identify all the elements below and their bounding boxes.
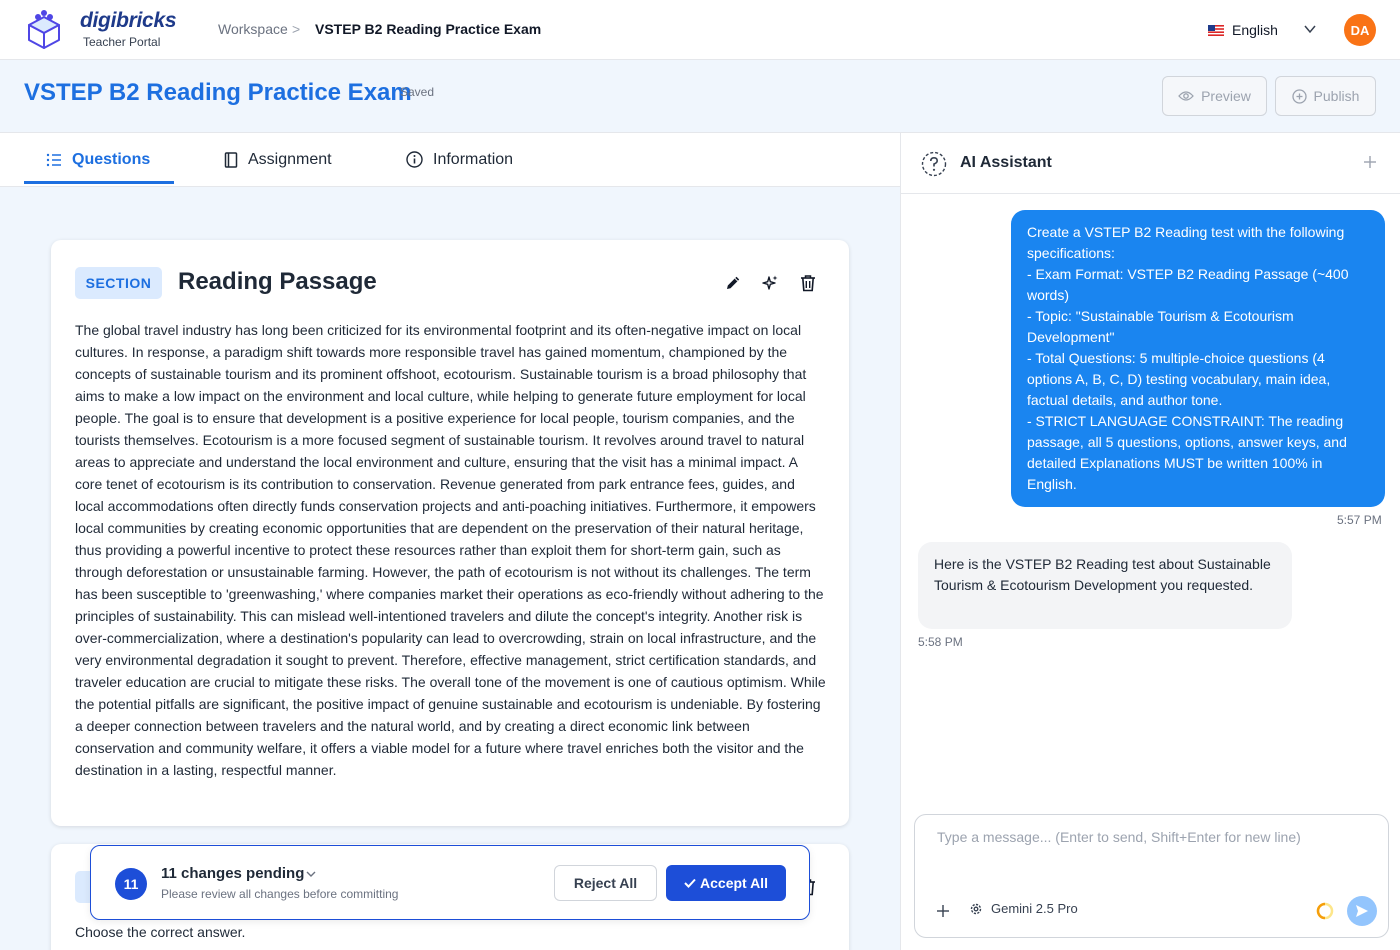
- cube-logo-icon[interactable]: [26, 9, 62, 49]
- question-instruction: Choose the correct answer.: [75, 924, 246, 940]
- tab-information-label: Information: [433, 150, 514, 168]
- top-nav: digibricks Teacher Portal Workspace > VS…: [0, 0, 1400, 60]
- preview-button[interactable]: Preview: [1162, 76, 1267, 116]
- user-message-bubble: Create a VSTEP B2 Reading test with the …: [1011, 210, 1385, 507]
- tab-information[interactable]: Information: [406, 133, 513, 186]
- assistant-message-time: 5:58 PM: [918, 635, 963, 649]
- check-icon: [684, 878, 696, 888]
- section-card: SECTION Reading Passage The global trave…: [51, 240, 849, 826]
- new-chat-plus-icon[interactable]: [1363, 155, 1377, 169]
- message-composer: Gemini 2.5 Pro: [914, 814, 1389, 938]
- reading-passage[interactable]: The global travel industry has long been…: [75, 319, 827, 781]
- user-message-time: 5:57 PM: [1337, 513, 1382, 527]
- breadcrumb-separator: >: [292, 21, 301, 37]
- user-message-line: - STRICT LANGUAGE CONSTRAINT: The readin…: [1027, 413, 1347, 492]
- active-tab-indicator: [24, 181, 174, 184]
- pencil-icon[interactable]: [724, 274, 742, 292]
- us-flag-icon: [1208, 24, 1224, 36]
- help-circle-icon: [921, 151, 947, 177]
- tab-assignment[interactable]: Assignment: [224, 133, 332, 186]
- breadcrumb-workspace[interactable]: Workspace: [218, 21, 288, 37]
- pending-subtitle: Please review all changes before committ…: [161, 887, 399, 901]
- chevron-down-icon[interactable]: [305, 869, 317, 879]
- book-icon: [224, 151, 238, 168]
- ai-assistant-panel: AI Assistant Create a VSTEP B2 Reading t…: [900, 133, 1400, 950]
- pending-changes-bar: 11 11 changes pending Please review all …: [90, 845, 810, 920]
- model-name: Gemini 2.5 Pro: [991, 901, 1078, 916]
- language-selector[interactable]: English: [1208, 20, 1278, 40]
- user-message-line: - Exam Format: VSTEP B2 Reading Passage …: [1027, 266, 1349, 303]
- pending-title[interactable]: 11 changes pending: [161, 865, 304, 882]
- reject-all-button[interactable]: Reject All: [554, 865, 657, 901]
- user-message-line: - Topic: "Sustainable Tourism & Ecotouri…: [1027, 308, 1294, 345]
- message-input[interactable]: [937, 829, 1367, 879]
- save-status: Saved: [400, 85, 435, 99]
- brand-subtitle: Teacher Portal: [83, 35, 161, 49]
- publish-label: Publish: [1313, 88, 1360, 104]
- preview-label: Preview: [1201, 88, 1251, 104]
- ai-panel-header: AI Assistant: [901, 133, 1400, 194]
- brand-name: digibricks: [80, 9, 177, 32]
- breadcrumb-current: VSTEP B2 Reading Practice Exam: [315, 21, 542, 37]
- user-message-line: - Total Questions: 5 multiple-choice que…: [1027, 350, 1331, 408]
- eye-icon: [1178, 91, 1194, 101]
- ai-panel-title: AI Assistant: [960, 154, 1052, 171]
- attach-plus-icon[interactable]: [936, 904, 950, 918]
- info-icon: [406, 151, 423, 168]
- gear-icon: [970, 903, 982, 914]
- assistant-message-bubble: Here is the VSTEP B2 Reading test about …: [918, 542, 1292, 629]
- user-avatar[interactable]: DA: [1344, 14, 1376, 46]
- accept-all-button[interactable]: Accept All: [666, 865, 786, 901]
- sparkles-icon[interactable]: [761, 274, 779, 292]
- page-header: VSTEP B2 Reading Practice Exam Saved Pre…: [0, 60, 1400, 133]
- tab-questions[interactable]: Questions: [46, 133, 150, 186]
- trash-icon[interactable]: [799, 274, 817, 292]
- chevron-down-icon[interactable]: [1304, 24, 1316, 34]
- plus-circle-icon: [1291, 88, 1307, 104]
- send-icon: [1356, 905, 1368, 917]
- accept-all-label: Accept All: [700, 875, 768, 891]
- tab-bar: Questions Assignment Information: [0, 133, 900, 187]
- publish-button[interactable]: Publish: [1275, 76, 1376, 116]
- section-badge: SECTION: [75, 267, 162, 299]
- tab-questions-label: Questions: [72, 150, 151, 168]
- tab-assignment-label: Assignment: [248, 150, 332, 168]
- list-icon: [46, 153, 61, 166]
- send-button[interactable]: [1347, 896, 1377, 926]
- questions-editor[interactable]: SECTION Reading Passage The global trave…: [0, 187, 900, 950]
- loading-spinner-icon: [1316, 902, 1334, 920]
- page-title: VSTEP B2 Reading Practice Exam: [24, 79, 412, 106]
- language-label: English: [1232, 22, 1278, 38]
- user-message-line: Create a VSTEP B2 Reading test with the …: [1027, 224, 1345, 261]
- section-title: Reading Passage: [178, 268, 377, 295]
- model-selector[interactable]: Gemini 2.5 Pro: [969, 901, 1078, 916]
- pending-count-badge: 11: [115, 868, 147, 900]
